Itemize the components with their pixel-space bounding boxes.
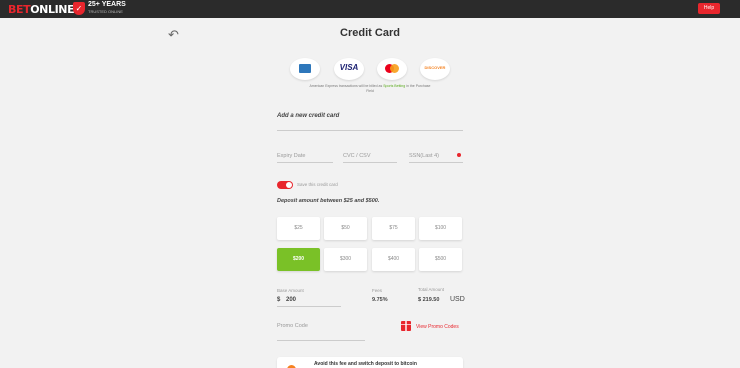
promo-code-underline xyxy=(277,340,365,341)
base-amount-input[interactable]: 200 xyxy=(286,297,296,303)
save-card-toggle[interactable] xyxy=(277,181,293,189)
new-card-label: Add a new credit card xyxy=(277,113,340,119)
base-amount-underline xyxy=(277,306,341,307)
card-number-input[interactable] xyxy=(277,130,463,131)
ssn-underline xyxy=(409,162,463,163)
expiry-date-input[interactable]: Expiry Date xyxy=(277,153,305,159)
fees-value: 9.75% xyxy=(372,297,388,303)
amex-billing-note: American Express transactions will be bi… xyxy=(309,84,431,93)
total-currency: USD xyxy=(450,296,465,303)
fees-label: Fees xyxy=(372,288,383,293)
toggle-knob xyxy=(286,182,292,188)
back-icon[interactable]: ↶ xyxy=(168,27,179,43)
cvc-underline xyxy=(343,162,397,163)
base-currency-symbol: $ xyxy=(277,297,281,303)
badge-title: 25+ YEARS xyxy=(88,1,126,8)
expiry-underline xyxy=(277,162,333,163)
betonline-logo[interactable]: BETONLINE xyxy=(8,3,75,16)
amex-logo xyxy=(290,58,320,80)
amount-button[interactable]: $500 xyxy=(419,248,462,271)
cvc-input[interactable]: CVC / CSV xyxy=(343,153,371,159)
total-amount-value: $ 219.50 xyxy=(418,297,440,303)
amount-button[interactable]: $50 xyxy=(324,217,367,240)
amount-button-selected[interactable]: $200 xyxy=(277,248,320,271)
promo-code-input[interactable]: Promo Code xyxy=(277,323,308,329)
gift-icon[interactable] xyxy=(401,321,411,331)
base-amount-label: Base Amount xyxy=(277,288,304,293)
amount-button[interactable]: $400 xyxy=(372,248,415,271)
page-title: Credit Card xyxy=(340,27,400,39)
badge-subtitle: TRUSTED ONLINE xyxy=(88,9,123,14)
required-indicator xyxy=(457,153,461,157)
top-bar: BETONLINE ✓ 25+ YEARS TRUSTED ONLINE Hel… xyxy=(0,0,740,18)
shield-check-icon: ✓ xyxy=(73,2,85,15)
bitcoin-switch-card[interactable]: Avoid this fee and switch deposit to bit… xyxy=(277,357,463,368)
discover-logo: DISCOVER xyxy=(420,58,450,80)
bitcoin-switch-text: Avoid this fee and switch deposit to bit… xyxy=(314,361,417,367)
deposit-range-heading: Deposit amount between $25 and $500. xyxy=(277,198,380,204)
ssn-input[interactable]: SSN(Last 4) xyxy=(409,153,439,159)
amount-button[interactable]: $100 xyxy=(419,217,462,240)
help-button[interactable]: Help xyxy=(698,3,720,14)
visa-logo: VISA xyxy=(334,58,364,80)
amex-icon xyxy=(299,64,311,73)
save-card-label: Save this credit card xyxy=(297,182,338,187)
mastercard-logo xyxy=(377,58,407,80)
total-amount-label: Total Amount xyxy=(418,287,445,292)
amount-button[interactable]: $75 xyxy=(372,217,415,240)
amount-button[interactable]: $25 xyxy=(277,217,320,240)
view-promo-codes-link[interactable]: View Promo Codes xyxy=(416,324,459,330)
amount-button[interactable]: $300 xyxy=(324,248,367,271)
